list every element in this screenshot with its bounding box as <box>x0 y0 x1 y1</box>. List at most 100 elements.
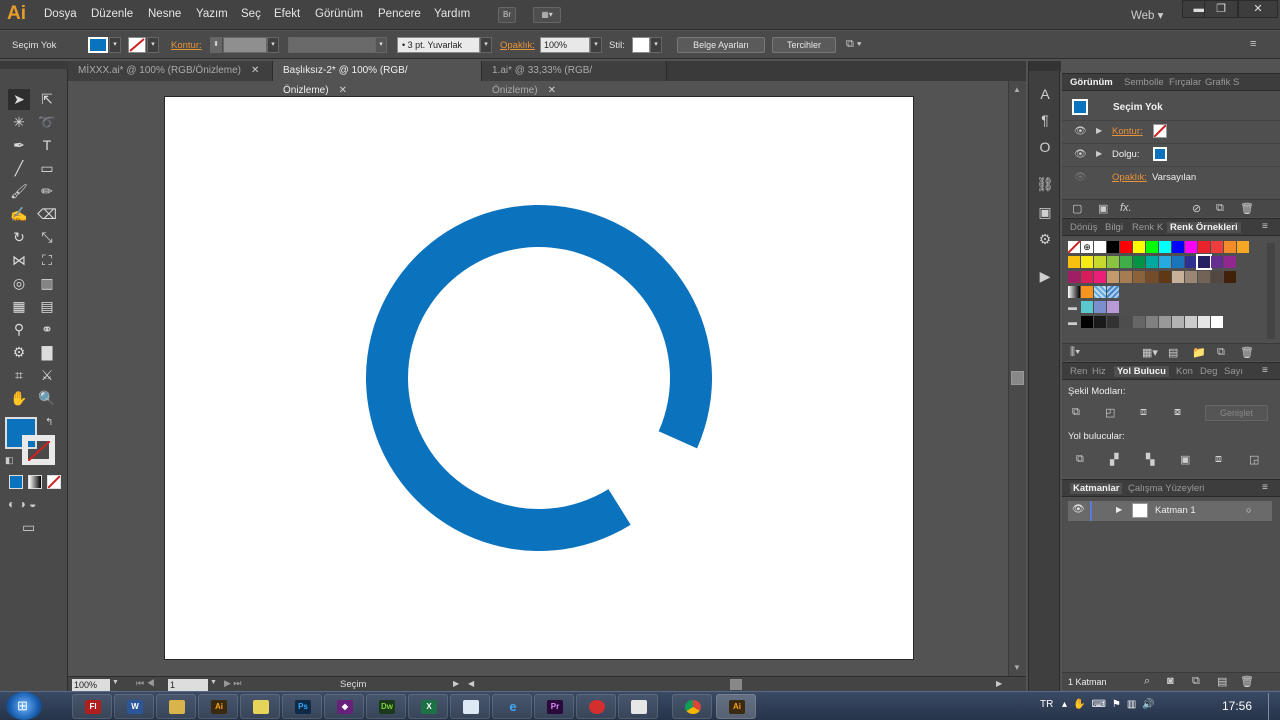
magic-wand-tool-icon[interactable]: ✳ <box>8 112 30 133</box>
color-swatch[interactable] <box>1094 286 1106 298</box>
locate-object-icon[interactable]: ⌕ <box>1144 675 1150 688</box>
visibility-eye-icon[interactable]: 👁 <box>1074 126 1087 137</box>
color-mode-icon[interactable] <box>9 475 23 489</box>
rotate-tool-icon[interactable]: ↻ <box>8 227 30 248</box>
panel-menu-icon[interactable]: ≡ <box>1250 38 1256 50</box>
hand-tool-icon[interactable]: ✋ <box>8 388 30 409</box>
color-swatch[interactable] <box>1133 316 1145 328</box>
new-layer-icon[interactable]: ▤ <box>1217 675 1227 688</box>
scroll-right-icon[interactable]: ▶ <box>996 679 1002 688</box>
rectangle-tool-icon[interactable]: ▭ <box>36 158 58 179</box>
color-swatch[interactable] <box>1081 286 1093 298</box>
color-swatch[interactable] <box>1120 316 1132 328</box>
slice-tool-icon[interactable]: ⚔ <box>36 365 58 386</box>
color-swatch[interactable] <box>1146 256 1158 268</box>
tab-color-guide[interactable]: Renk K <box>1132 222 1163 233</box>
taskbar-document[interactable] <box>450 694 490 719</box>
brush-dropdown[interactable]: ▾ <box>480 37 492 53</box>
eraser-tool-icon[interactable]: ⌫ <box>36 204 58 225</box>
color-swatch[interactable] <box>1224 256 1236 268</box>
crop-icon[interactable]: ▣ <box>1180 453 1190 466</box>
tray-keyboard-icon[interactable]: ⌨ <box>1091 699 1111 710</box>
start-button[interactable]: ⊞ <box>6 692 42 720</box>
color-swatch[interactable] <box>1211 256 1223 268</box>
opacity-label[interactable]: Opaklık: <box>500 40 535 51</box>
tab-pathfinder[interactable]: Yol Bulucu <box>1114 366 1169 377</box>
clock[interactable]: 17:56 <box>1222 699 1252 713</box>
screen-mode-icon[interactable]: ▭ <box>22 519 35 536</box>
stroke-row-label[interactable]: Kontur: <box>1112 126 1143 137</box>
color-swatch[interactable] <box>1081 316 1093 328</box>
profile-dropdown[interactable]: ▾ <box>375 37 387 53</box>
delete-layer-icon[interactable]: 🗑 <box>1240 675 1254 688</box>
color-swatch[interactable] <box>1224 271 1236 283</box>
zoom-input[interactable]: 100% <box>72 679 110 691</box>
fill-swatch[interactable] <box>88 37 108 53</box>
expand-arrow-icon[interactable]: ▶ <box>1096 149 1102 158</box>
tab-contour[interactable]: Kon <box>1176 366 1193 377</box>
color-swatch[interactable] <box>1068 271 1080 283</box>
tab-numbers[interactable]: Sayı <box>1224 366 1243 377</box>
visibility-eye-icon[interactable]: 👁 <box>1074 149 1087 160</box>
layer-row[interactable]: 👁 ▶ Katman 1 ○ <box>1068 501 1272 521</box>
color-swatch[interactable] <box>1068 256 1080 268</box>
new-color-group-icon[interactable]: 📁 <box>1192 346 1206 359</box>
opentype-panel-icon[interactable]: O <box>1034 136 1056 158</box>
eyedropper-tool-icon[interactable]: ⚲ <box>8 319 30 340</box>
swatch-libraries-icon[interactable]: ⫼▾ <box>1070 346 1080 359</box>
language-indicator[interactable]: TR <box>1040 699 1053 710</box>
shape-builder-tool-icon[interactable]: ◎ <box>8 273 30 294</box>
scroll-up-icon[interactable]: ▲ <box>1013 85 1021 94</box>
color-swatch[interactable] <box>1094 256 1106 268</box>
lasso-tool-icon[interactable]: ➰ <box>36 112 58 133</box>
color-swatch[interactable] <box>1094 301 1106 313</box>
opacity-row[interactable]: 👁 Opaklık: Varsayılan <box>1062 166 1280 189</box>
tab-info[interactable]: Bilgi <box>1105 222 1123 233</box>
make-clipping-mask-icon[interactable]: ◙ <box>1167 675 1174 687</box>
layer-name[interactable]: Katman 1 <box>1155 505 1196 516</box>
tray-hand-icon[interactable]: ✋ <box>1073 699 1091 710</box>
paintbrush-tool-icon[interactable]: 🖌 <box>8 181 30 202</box>
ring-artwork[interactable] <box>165 97 915 661</box>
none-mode-icon[interactable] <box>47 475 61 489</box>
pencil-tool-icon[interactable]: ✏ <box>36 181 58 202</box>
expand-arrow-icon[interactable]: ▶ <box>1096 126 1102 135</box>
scroll-left-icon[interactable]: ◀ <box>468 679 474 688</box>
tab-mixxx[interactable]: MİXXX.ai* @ 100% (RGB/Önizleme) ✕ <box>68 61 273 81</box>
mesh-tool-icon[interactable]: ▦ <box>8 296 30 317</box>
color-swatch[interactable] <box>1172 271 1184 283</box>
color-swatch[interactable] <box>1159 271 1171 283</box>
fill-row-swatch[interactable] <box>1153 147 1167 161</box>
swatch-scrollbar[interactable] <box>1267 243 1275 339</box>
stroke-color-box[interactable] <box>22 435 55 465</box>
new-swatch-icon[interactable]: ⧉ <box>1217 346 1225 359</box>
show-desktop-button[interactable] <box>1268 693 1280 720</box>
color-swatch[interactable] <box>1081 301 1093 313</box>
intersect-icon[interactable]: ⧈ <box>1140 406 1147 419</box>
menu-object[interactable]: Nesne <box>148 8 181 20</box>
taskbar-explorer[interactable] <box>156 694 196 719</box>
color-swatch[interactable] <box>1211 316 1223 328</box>
target-circle-icon[interactable]: ○ <box>1246 505 1251 515</box>
taskbar-ie[interactable]: e <box>492 694 532 719</box>
line-tool-icon[interactable]: ╱ <box>8 158 30 179</box>
color-swatch[interactable] <box>1094 241 1106 253</box>
panel-menu-icon[interactable]: ≡ <box>1262 365 1268 376</box>
color-swatch[interactable] <box>1237 241 1249 253</box>
tab-align-hiz[interactable]: Hiz <box>1092 366 1106 377</box>
visibility-eye-icon[interactable]: 👁 <box>1074 172 1087 183</box>
divide-icon[interactable]: ⧉ <box>1076 453 1084 466</box>
menu-select[interactable]: Seç <box>241 8 261 20</box>
default-colors-icon[interactable]: ◧ <box>5 455 14 466</box>
taskbar-paint[interactable] <box>618 694 658 719</box>
color-swatch[interactable] <box>1198 316 1210 328</box>
color-swatch[interactable] <box>1159 256 1171 268</box>
scroll-thumb[interactable] <box>1011 371 1024 385</box>
direct-selection-tool-icon[interactable]: ⇱ <box>36 89 58 110</box>
width-tool-icon[interactable]: ⋈ <box>8 250 30 271</box>
stroke-swatch[interactable] <box>128 37 146 53</box>
type-tool-icon[interactable]: T <box>36 135 58 156</box>
brush-definition[interactable]: • 3 pt. Yuvarlak <box>397 37 480 53</box>
tray-volume-icon[interactable]: 🔊 <box>1142 699 1160 710</box>
zoom-tool-icon[interactable]: 🔍 <box>36 388 58 409</box>
